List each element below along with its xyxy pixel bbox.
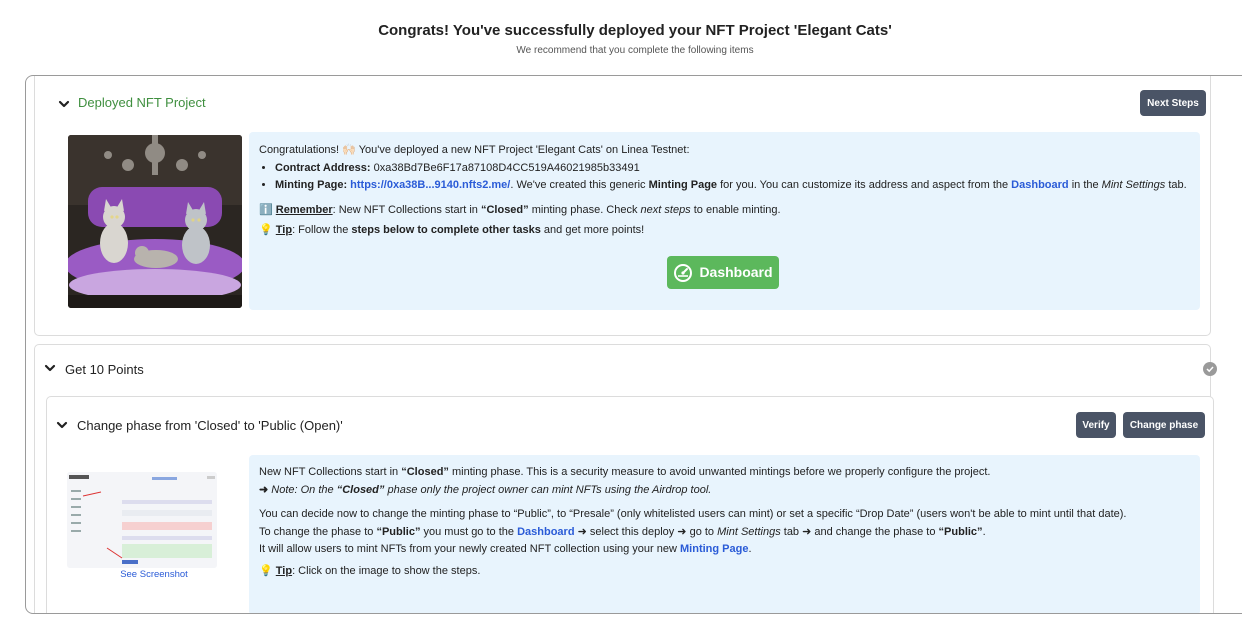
dashboard-link[interactable]: Dashboard bbox=[1011, 179, 1068, 191]
remember-text-3: to enable minting. bbox=[690, 203, 781, 216]
chevron-down-icon[interactable] bbox=[56, 419, 68, 431]
task-title[interactable]: Change phase from 'Closed' to 'Public (O… bbox=[77, 418, 343, 433]
info-icon: ℹ️ bbox=[259, 203, 273, 216]
remember-label: Remember bbox=[275, 203, 333, 216]
contract-address-value: 0xa38Bd7Be6F17a87108D4CC519A46021985b334… bbox=[373, 161, 640, 174]
minting-page-bold: Minting Page bbox=[648, 179, 718, 191]
task-info-panel: New NFT Collections start in “Closed” mi… bbox=[249, 455, 1200, 613]
minting-text-2: for you. You can customize its address a… bbox=[717, 179, 1012, 191]
tip-text-1: : Follow the bbox=[292, 224, 352, 236]
minting-page-link[interactable]: Minting Page bbox=[680, 543, 748, 555]
minting-page-item: Minting Page: https://0xa38B...9140.nfts… bbox=[275, 177, 1194, 195]
p4-text-1: It will allow users to mint NFTs from yo… bbox=[259, 543, 680, 555]
p3-text-5: . bbox=[982, 525, 986, 538]
task-paragraph-2: You can decide now to change the minting… bbox=[259, 508, 1127, 520]
page-title: Congrats! You've successfully deployed y… bbox=[378, 22, 892, 39]
task-paragraph-4: It will allow users to mint NFTs from yo… bbox=[259, 541, 1194, 559]
see-screenshot-link[interactable]: See Screenshot bbox=[67, 569, 241, 580]
minting-text-4: tab. bbox=[1165, 179, 1187, 191]
minting-text-1: . We've created this generic bbox=[510, 179, 649, 191]
contract-address-label: Contract Address: bbox=[275, 161, 371, 174]
task-paragraph-3: To change the phase to “Public” you must… bbox=[259, 524, 1194, 542]
points-card: Get 10 Points Change phase from 'Closed'… bbox=[34, 344, 1217, 613]
tip-line: 💡 Tip: Follow the steps below to complet… bbox=[259, 222, 1194, 240]
arrow-right-icon: ➜ bbox=[259, 483, 269, 496]
remember-text-2: minting phase. Check bbox=[528, 203, 641, 216]
next-steps-button[interactable]: Next Steps bbox=[1140, 90, 1206, 116]
steps-screenshot-thumbnail[interactable] bbox=[67, 472, 217, 568]
speedometer-icon bbox=[674, 263, 693, 282]
deployment-details-list: Contract Address: 0xa38Bd7Be6F17a87108D4… bbox=[259, 160, 1194, 195]
status-circle-icon bbox=[1203, 362, 1217, 376]
deployment-info-panel: Congratulations! 🙌🏻 You've deployed a ne… bbox=[249, 132, 1200, 310]
remember-text-1: : New NFT Collections start in bbox=[332, 203, 481, 216]
p3-text-3: ➜ select this deploy ➜ go to bbox=[574, 525, 718, 538]
change-phase-button[interactable]: Change phase bbox=[1123, 412, 1205, 438]
p4-text-2: . bbox=[748, 543, 752, 555]
lightbulb-icon: 💡 bbox=[259, 564, 273, 577]
chevron-down-icon[interactable] bbox=[44, 362, 56, 374]
p3-public: “Public” bbox=[376, 525, 421, 538]
note-closed: “Closed” bbox=[336, 483, 385, 496]
page-subtitle: We recommend that you complete the follo… bbox=[516, 45, 754, 56]
tip-bold: steps below to complete other tasks bbox=[351, 224, 541, 236]
nft-preview-image[interactable] bbox=[68, 135, 242, 308]
dashboard-link[interactable]: Dashboard bbox=[517, 526, 574, 538]
tip-label: Tip bbox=[275, 564, 293, 577]
mint-settings-text: Mint Settings bbox=[1101, 179, 1166, 191]
lightbulb-icon: 💡 bbox=[259, 224, 273, 236]
change-phase-task-card: Change phase from 'Closed' to 'Public (O… bbox=[46, 396, 1214, 613]
verify-button[interactable]: Verify bbox=[1076, 412, 1116, 438]
points-section-title[interactable]: Get 10 Points bbox=[65, 362, 144, 377]
deployed-project-card: Deployed NFT Project Next Steps Congratu… bbox=[34, 76, 1211, 336]
deployed-section-title[interactable]: Deployed NFT Project bbox=[78, 95, 206, 110]
remember-next-steps: next steps bbox=[640, 203, 691, 216]
dashboard-button-label: Dashboard bbox=[699, 263, 773, 280]
dashboard-button[interactable]: Dashboard bbox=[667, 256, 779, 289]
p3-text-1: To change the phase to bbox=[259, 525, 377, 538]
p3-public-2: “Public” bbox=[938, 525, 983, 538]
contract-address-item: Contract Address: 0xa38Bd7Be6F17a87108D4… bbox=[275, 160, 1194, 178]
tip-label: Tip bbox=[275, 224, 293, 236]
p1-text-1: New NFT Collections start in bbox=[259, 466, 402, 478]
chevron-down-icon[interactable] bbox=[58, 98, 70, 110]
p1-closed: “Closed” bbox=[401, 466, 449, 478]
tip-text-2: and get more points! bbox=[540, 224, 645, 236]
p3-mint-settings: Mint Settings bbox=[717, 525, 781, 538]
remember-closed: “Closed” bbox=[480, 203, 529, 216]
task-paragraph-1: New NFT Collections start in “Closed” mi… bbox=[259, 464, 1194, 482]
p3-text-2: you must go to the bbox=[420, 525, 518, 538]
page-header: Congrats! You've successfully deployed y… bbox=[0, 22, 1242, 56]
remember-line: ℹ️ Remember: New NFT Collections start i… bbox=[259, 202, 1194, 220]
note-text-1: Note: On the bbox=[271, 483, 337, 496]
congrats-text: Congratulations! 🙌🏻 You've deployed a ne… bbox=[259, 144, 690, 156]
task-note: ➜ Note: On the “Closed” phase only the p… bbox=[259, 482, 1194, 500]
main-panel: Deployed NFT Project Next Steps Congratu… bbox=[25, 75, 1242, 614]
note-text-2: phase only the project owner can mint NF… bbox=[384, 483, 712, 496]
p1-text-2: minting phase. This is a security measur… bbox=[448, 466, 991, 478]
tip-text: : Click on the image to show the steps. bbox=[292, 564, 481, 577]
minting-text-3: in the bbox=[1068, 179, 1102, 191]
minting-page-link[interactable]: https://0xa38B...9140.nfts2.me/ bbox=[350, 179, 510, 191]
p3-text-4: tab ➜ and change the phase to bbox=[780, 525, 939, 538]
task-tip-line: 💡 Tip: Click on the image to show the st… bbox=[259, 563, 1194, 581]
minting-page-label: Minting Page: bbox=[275, 179, 348, 191]
